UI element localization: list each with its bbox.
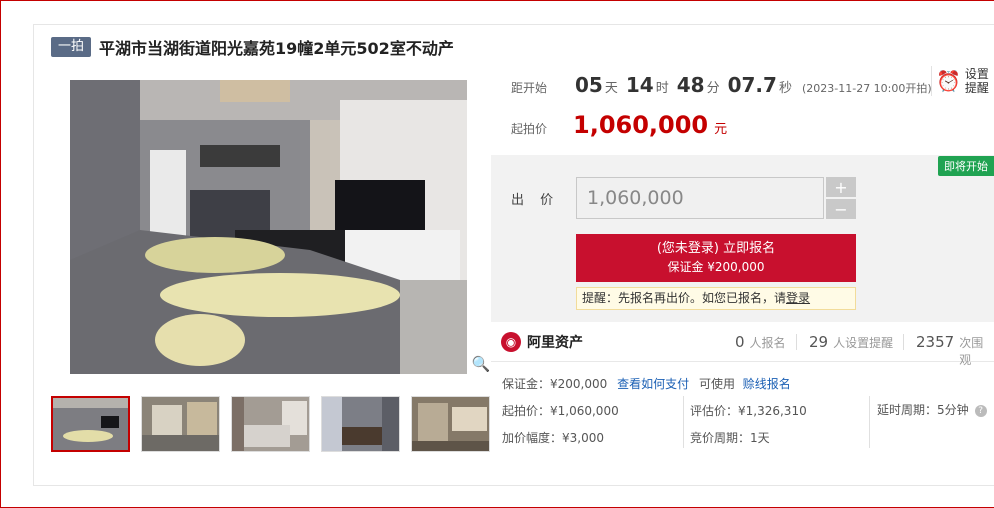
bid-stepper: + − (826, 177, 856, 219)
signup-button-label: (您未登录) 立即报名 (656, 241, 776, 256)
thumbnail-2[interactable] (141, 396, 220, 452)
login-link[interactable]: 登录 (786, 291, 810, 305)
reminder-count: 29 人设置提醒 (809, 333, 893, 351)
ali-assets-logo: ◉ 阿里资产 (501, 331, 583, 352)
divider (796, 334, 797, 350)
start-price-value: 1,060,000 (573, 111, 709, 139)
countdown-minutes-unit: 分 (706, 81, 720, 96)
stats-bar: ◉ 阿里资产 0 人报名 29 人设置提醒 2357 次围观 (491, 322, 994, 367)
alarm-clock-icon: ⏰ (936, 69, 961, 93)
signup-count-label: 人报名 (749, 336, 786, 350)
reminder-count-num: 29 (809, 333, 829, 351)
reminder-count-label: 人设置提醒 (833, 336, 894, 350)
thumbnail-3[interactable] (231, 396, 310, 452)
view-count-label: 次围观 (959, 336, 984, 367)
countdown-seconds: 07.7 (727, 73, 777, 97)
start-price-label: 起拍价 (511, 122, 548, 136)
detail-auction-period: 竞价周期：1天 (690, 431, 770, 445)
page-title: 平湖市当湖街道阳光嘉苑19幢2单元502室不动产 (99, 39, 454, 58)
available-text: 可使用 (698, 377, 735, 391)
zoom-icon[interactable]: 🔍 (470, 353, 492, 375)
main-property-photo[interactable] (70, 80, 467, 374)
countdown-seconds-unit: 秒 (778, 81, 792, 96)
increase-bid-button[interactable]: + (826, 177, 856, 197)
living-room-photo (70, 80, 467, 374)
divider (683, 396, 684, 448)
start-price-row: 起拍价 1,060,000 元 (511, 111, 727, 139)
start-price-unit: 元 (714, 122, 728, 137)
credit-signup-link[interactable]: 赊线报名 (743, 377, 791, 391)
countdown-hours-unit: 时 (655, 81, 669, 96)
signup-button[interactable]: (您未登录) 立即报名 保证金 ¥200,000 (576, 234, 856, 282)
detail-increment: 加价幅度：¥3,000 (502, 431, 604, 445)
signup-deposit-label: 保证金 ¥200,000 (667, 260, 765, 274)
brand-name: 阿里资产 (527, 334, 583, 351)
thumbnail-strip (51, 396, 501, 452)
bid-panel: 即将开始 出 价 1,060,000 + − (您未登录) 立即报名 保证金 ¥… (491, 155, 994, 322)
set-reminder-button[interactable]: ⏰ 设置提醒 (931, 66, 994, 96)
divider (903, 334, 904, 350)
view-count: 2357 次围观 (916, 333, 994, 368)
help-icon[interactable]: ? (974, 404, 987, 417)
signup-count: 0 人报名 (735, 333, 786, 351)
detail-start-price: 起拍价：¥1,060,000 (502, 404, 619, 418)
delay-period-text: 延时周期：5分钟 (877, 403, 969, 417)
bid-amount-input[interactable]: 1,060,000 (576, 177, 824, 219)
countdown-label: 距开始 (511, 81, 548, 95)
notice-text: 提醒：先报名再出价。如您已报名，请 (582, 291, 787, 305)
deposit-text: 保证金：¥200,000 (502, 377, 608, 391)
detail-appraisal: 评估价：¥1,326,310 (690, 404, 807, 418)
thumbnail-5[interactable] (411, 396, 490, 452)
title-row: 一拍 平湖市当湖街道阳光嘉苑19幢2单元502室不动产 (51, 36, 454, 58)
deposit-row: 保证金：¥200,000 查看如何支付 可使用 赊线报名 (502, 375, 791, 392)
view-count-num: 2357 (916, 333, 955, 351)
set-reminder-label: 设置提醒 (964, 67, 989, 95)
auction-round-tag: 一拍 (51, 37, 92, 57)
how-to-pay-link[interactable]: 查看如何支付 (617, 377, 689, 391)
status-badge: 即将开始 (938, 156, 994, 176)
countdown-minutes: 48 (676, 73, 705, 97)
detail-delay-period: 延时周期：5分钟? (877, 401, 987, 418)
thumbnail-1[interactable] (51, 396, 130, 452)
countdown-row: 距开始 05 天 14 时 48 分 07.7 秒 (2023-11-27 10… (511, 73, 932, 97)
signup-notice: 提醒：先报名再出价。如您已报名，请登录 (576, 287, 856, 310)
signup-count-num: 0 (735, 333, 745, 351)
divider (869, 396, 870, 448)
thumbnail-4[interactable] (321, 396, 400, 452)
auction-start-note: (2023-11-27 10:00开拍) (801, 82, 932, 95)
bid-label: 出 价 (511, 193, 560, 208)
decrease-bid-button[interactable]: − (826, 199, 856, 219)
ali-assets-logo-icon: ◉ (501, 331, 521, 352)
countdown-days-unit: 天 (604, 81, 618, 96)
countdown-days: 05 (575, 73, 603, 97)
countdown-hours: 14 (625, 73, 654, 97)
